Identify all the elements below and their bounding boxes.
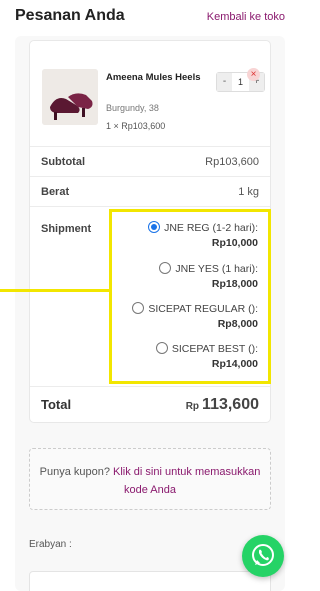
product-variant: Burgundy, 38 (106, 103, 159, 113)
weight-row: Berat 1 kg (30, 177, 270, 207)
weight-value: 1 kg (238, 186, 259, 198)
subtotal-value: Rp103,600 (205, 156, 259, 168)
notes-label: Erabyan : (29, 539, 72, 550)
coupon-link[interactable]: Klik di sini untuk memasukkan kode Anda (113, 466, 260, 496)
remove-item-icon[interactable]: × (247, 68, 260, 81)
page-header: Pesanan Anda Kembali ke toko (15, 7, 285, 29)
shipment-highlight-box (109, 209, 271, 384)
whatsapp-icon (252, 544, 274, 566)
quantity-decrease-button[interactable]: - (217, 73, 232, 91)
cart-item: Ameena Mules Heels Burgundy, 38 1 × Rp10… (30, 41, 270, 147)
total-amount: 113,600 (202, 396, 259, 413)
shipment-label: Shipment (41, 223, 92, 235)
shoe-image (42, 69, 98, 125)
product-name: Ameena Mules Heels (106, 72, 201, 83)
weight-label: Berat (41, 186, 70, 198)
whatsapp-chat-button[interactable] (242, 535, 284, 577)
subtotal-label: Subtotal (41, 156, 85, 168)
total-row: Total Rp 113,600 (30, 387, 270, 423)
coupon-box: Punya kupon? Klik di sini untuk memasukk… (29, 448, 271, 510)
coupon-prompt: Punya kupon? (39, 466, 110, 478)
product-price-line: 1 × Rp103,600 (106, 121, 166, 131)
notes-textarea[interactable] (29, 571, 271, 591)
product-image (42, 69, 98, 125)
subtotal-row: Subtotal Rp103,600 (30, 147, 270, 177)
total-label: Total (41, 397, 72, 412)
page-title: Pesanan Anda (15, 7, 125, 24)
total-value: Rp 113,600 (186, 396, 259, 414)
total-currency: Rp (185, 401, 200, 412)
highlight-pointer-line (0, 289, 111, 292)
back-to-store-link[interactable]: Kembali ke toko (207, 11, 285, 23)
